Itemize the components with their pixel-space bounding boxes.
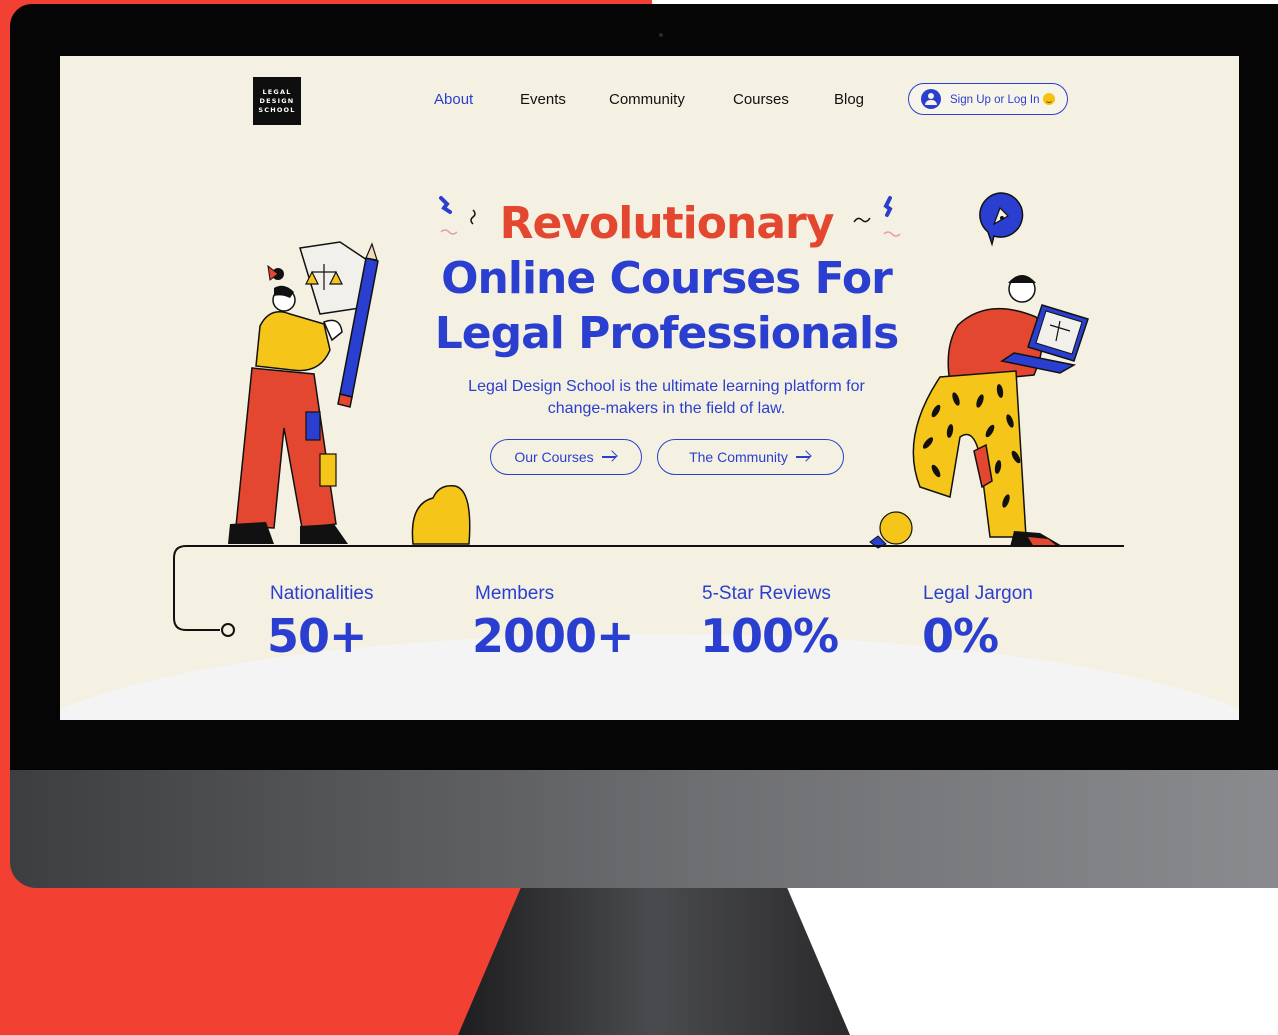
yellow-blob-decoration [411, 485, 471, 545]
monitor-camera [659, 33, 663, 37]
confetti-right [853, 196, 901, 237]
our-courses-button[interactable]: Our Courses [490, 439, 642, 475]
pen-nib-badge-icon [979, 192, 1024, 247]
smile-emoji-icon [1042, 92, 1055, 105]
nav-events[interactable]: Events [520, 91, 566, 108]
student-with-laptop-illustration [912, 275, 1089, 547]
stat-label-reviews: 5-Star Reviews [702, 583, 831, 604]
logo-line-1: LEGAL [262, 87, 292, 96]
logo-line-3: SCHOOL [258, 105, 296, 114]
backdrop-red-lower [0, 880, 525, 1035]
stat-value-nationalities: 50+ [267, 609, 368, 663]
stat-label-nationalities: Nationalities [270, 583, 374, 604]
confetti-left [439, 196, 476, 235]
our-courses-label: Our Courses [514, 449, 594, 465]
stat-value-reviews: 100% [700, 609, 839, 663]
nav-courses[interactable]: Courses [733, 91, 789, 108]
stat-label-members: Members [475, 583, 555, 604]
nav-about[interactable]: About [434, 91, 473, 108]
light-bulb-decoration [869, 511, 913, 549]
nav-community[interactable]: Community [609, 91, 685, 108]
monitor-stand [458, 888, 850, 1035]
site-logo[interactable]: LEGAL DESIGN SCHOOL [253, 77, 301, 125]
stat-value-members: 2000+ [472, 609, 635, 663]
stat-label-legal-jargon: Legal Jargon [923, 583, 1033, 604]
the-community-label: The Community [689, 449, 788, 465]
arrow-right-icon [601, 451, 618, 463]
floor-curve [60, 634, 1239, 720]
arrow-right-icon [795, 451, 812, 463]
logo-line-2: DESIGN [259, 96, 295, 105]
user-avatar-icon [921, 89, 941, 109]
stat-value-legal-jargon: 0% [922, 609, 999, 663]
signup-label: Sign Up or Log In [950, 93, 1040, 106]
signup-login-button[interactable]: Sign Up or Log In [908, 83, 1068, 115]
the-community-button[interactable]: The Community [657, 439, 844, 475]
nav-blog[interactable]: Blog [834, 91, 864, 108]
website-screen: LEGAL DESIGN SCHOOL About Events Communi… [60, 56, 1239, 720]
student-with-pencil-illustration [228, 241, 379, 544]
monitor-chin [10, 770, 1278, 888]
